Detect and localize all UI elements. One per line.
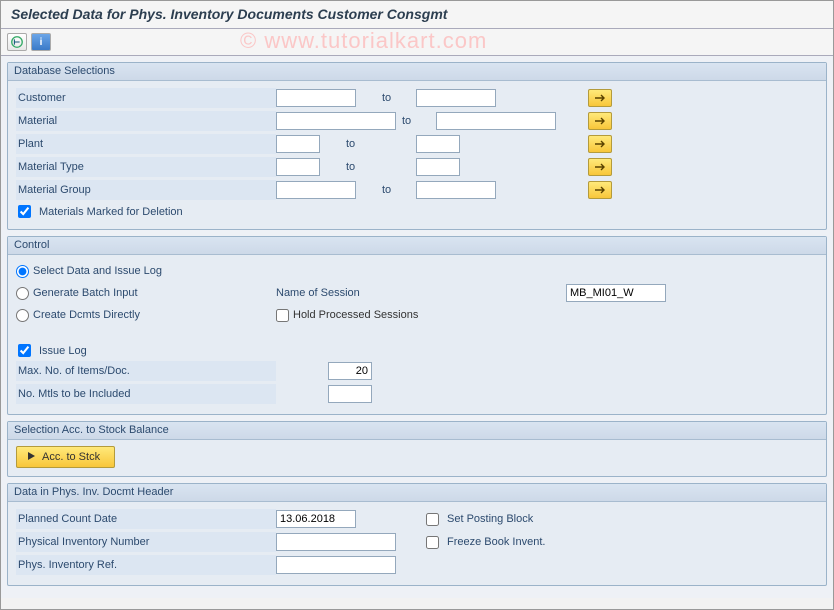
input-phys-inv-ref[interactable] <box>276 556 396 574</box>
label-radio-select-log: Select Data and Issue Log <box>33 265 162 277</box>
label-to: to <box>396 115 436 127</box>
multiselect-material-type-icon[interactable] <box>588 158 612 176</box>
checkbox-set-posting-block[interactable] <box>426 513 439 526</box>
input-session-name[interactable] <box>566 284 666 302</box>
checkbox-freeze-book[interactable] <box>426 536 439 549</box>
group-title-control: Control <box>8 237 826 255</box>
multiselect-material-icon[interactable] <box>588 112 612 130</box>
label-max-items: Max. No. of Items/Doc. <box>16 361 276 381</box>
input-phys-inv-no[interactable] <box>276 533 396 551</box>
button-acc-to-stock[interactable]: Acc. to Stck <box>16 446 115 468</box>
multiselect-plant-icon[interactable] <box>588 135 612 153</box>
radio-create-docs-directly[interactable] <box>16 309 29 322</box>
label-issue-log: Issue Log <box>39 345 87 357</box>
label-no-mtls: No. Mtls to be Included <box>16 384 276 404</box>
label-materials-deletion: Materials Marked for Deletion <box>39 206 183 218</box>
checkbox-hold-sessions[interactable] <box>276 309 289 322</box>
button-acc-to-stock-label: Acc. to Stck <box>42 451 100 463</box>
input-material-type-to[interactable] <box>416 158 460 176</box>
label-customer: Customer <box>16 88 276 108</box>
row-material-type: Material Type to <box>16 156 818 178</box>
label-planned-date: Planned Count Date <box>16 509 276 529</box>
label-material: Material <box>16 111 276 131</box>
input-customer-from[interactable] <box>276 89 356 107</box>
input-planned-date[interactable] <box>276 510 356 528</box>
input-material-from[interactable] <box>276 112 396 130</box>
input-material-to[interactable] <box>436 112 556 130</box>
row-deletion-flag: Materials Marked for Deletion <box>16 202 818 221</box>
label-session-name: Name of Session <box>276 287 456 299</box>
input-no-mtls[interactable] <box>328 385 372 403</box>
row-customer: Customer to <box>16 87 818 109</box>
radio-generate-batch-input[interactable] <box>16 287 29 300</box>
group-stock-balance: Selection Acc. to Stock Balance Acc. to … <box>7 421 827 477</box>
label-phys-inv-ref: Phys. Inventory Ref. <box>16 555 276 575</box>
checkbox-issue-log[interactable] <box>18 344 31 357</box>
multiselect-customer-icon[interactable] <box>588 89 612 107</box>
multiselect-material-group-icon[interactable] <box>588 181 612 199</box>
input-max-items[interactable] <box>328 362 372 380</box>
label-phys-inv-no: Physical Inventory Number <box>16 532 276 552</box>
label-radio-direct: Create Dcmts Directly <box>33 309 140 321</box>
info-button[interactable]: i <box>31 33 51 51</box>
label-freeze-book: Freeze Book Invent. <box>447 536 545 548</box>
label-to: to <box>320 161 416 173</box>
play-icon <box>27 451 36 464</box>
input-material-group-to[interactable] <box>416 181 496 199</box>
page-title: Selected Data for Phys. Inventory Docume… <box>1 1 833 29</box>
label-hold-sessions: Hold Processed Sessions <box>293 309 418 321</box>
label-radio-batch-input: Generate Batch Input <box>33 287 138 299</box>
label-to: to <box>356 184 416 196</box>
row-material-group: Material Group to <box>16 179 818 201</box>
group-title-db: Database Selections <box>8 63 826 81</box>
execute-button[interactable] <box>7 33 27 51</box>
row-material: Material to <box>16 110 818 132</box>
input-customer-to[interactable] <box>416 89 496 107</box>
group-title-stock: Selection Acc. to Stock Balance <box>8 422 826 440</box>
label-set-posting-block: Set Posting Block <box>447 513 533 525</box>
checkbox-materials-deletion[interactable] <box>18 205 31 218</box>
row-plant: Plant to <box>16 133 818 155</box>
input-material-type-from[interactable] <box>276 158 320 176</box>
input-plant-from[interactable] <box>276 135 320 153</box>
group-database-selections: Database Selections Customer to Material… <box>7 62 827 230</box>
input-material-group-from[interactable] <box>276 181 356 199</box>
group-control: Control Select Data and Issue Log Genera… <box>7 236 827 415</box>
radio-select-data-issue-log[interactable] <box>16 265 29 278</box>
label-to: to <box>356 92 416 104</box>
label-to: to <box>320 138 416 150</box>
label-material-group: Material Group <box>16 180 276 200</box>
input-plant-to[interactable] <box>416 135 460 153</box>
toolbar: i <box>1 29 833 56</box>
group-title-header: Data in Phys. Inv. Docmt Header <box>8 484 826 502</box>
label-plant: Plant <box>16 134 276 154</box>
group-header-data: Data in Phys. Inv. Docmt Header Planned … <box>7 483 827 586</box>
label-material-type: Material Type <box>16 157 276 177</box>
